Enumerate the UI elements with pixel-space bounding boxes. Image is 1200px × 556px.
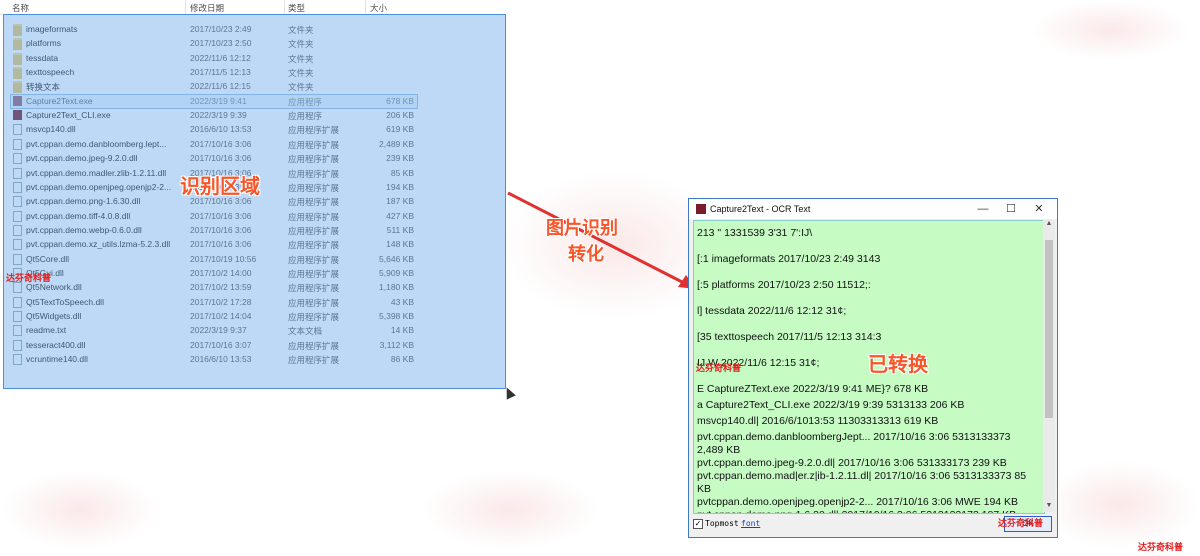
column-date-header[interactable]: 修改日期	[190, 2, 224, 14]
vertical-scrollbar[interactable]: ▲ ▼	[1043, 220, 1055, 512]
watermark-text: 达芬奇科普	[696, 363, 742, 373]
window-titlebar[interactable]: Capture2Text - OCR Text — ☐ ✕	[689, 199, 1057, 219]
ocr-text-line: [:5 platforms 2017/10/23 2:50 11512;:	[697, 279, 871, 291]
ocr-text-line: 2,489 KB	[697, 444, 741, 456]
mouse-cursor-icon	[502, 385, 516, 400]
topmost-checkbox[interactable]: ✓	[693, 519, 703, 529]
convert-label-line1: 图片识别	[546, 218, 618, 239]
ocr-text-line: [35 texttospeech 2017/11/5 12:13 314:3	[697, 331, 882, 343]
window-title: Capture2Text - OCR Text	[710, 204, 811, 214]
watermark-blob	[0, 470, 160, 550]
scrollbar-thumb[interactable]	[1045, 240, 1053, 418]
column-name-header[interactable]: 名称	[12, 2, 29, 14]
ocr-text-line: 213 " 1331539 3'31 7':IJ\	[697, 227, 813, 239]
minimize-button[interactable]: —	[973, 202, 993, 216]
ocr-text-line: pvt.cppan.demo.jpeg-9.2.0.dl| 2017/10/16…	[697, 457, 1007, 469]
region-label: 识别区域	[180, 174, 260, 198]
ocr-text-line: pvt.cppan.demo.mad|er.z|ib-1.2.11.dl| 20…	[697, 470, 1027, 482]
ocr-text-line: msvcp140.dl| 2016/6/1013:53 11303313313 …	[697, 415, 939, 427]
scroll-up-icon[interactable]: ▲	[1043, 220, 1055, 230]
close-button[interactable]: ✕	[1029, 202, 1049, 216]
column-type-header[interactable]: 类型	[288, 2, 305, 14]
convert-label-line2: 转化	[568, 244, 604, 265]
ocr-text-line: E CaptureZText.exe 2022/3/19 9:41 ME}? 6…	[697, 383, 929, 395]
ocr-text-line: [:1 imageformats 2017/10/23 2:49 3143	[697, 253, 881, 265]
watermark-blob	[1040, 460, 1200, 550]
ocr-text-line: pvt.cppan.demo.danbloombergJept... 2017/…	[697, 431, 1011, 443]
watermark-blob	[1030, 0, 1190, 60]
done-label: 已转换	[868, 352, 928, 376]
column-header-row: 名称 修改日期 类型 大小	[0, 0, 420, 15]
watermark-text: 达芬奇科普	[998, 518, 1044, 528]
capture-selection-region[interactable]	[3, 14, 506, 389]
watermark-blob	[420, 470, 600, 550]
ocr-text-line: l] tessdata 2022/11/6 12:12 31¢;	[697, 305, 847, 317]
maximize-button[interactable]: ☐	[1001, 202, 1021, 216]
font-link[interactable]: font	[741, 519, 760, 528]
column-size-header[interactable]: 大小	[370, 2, 387, 14]
watermark-text: 达芬奇科普	[6, 273, 52, 283]
ocr-text-line: pvtcppan.demo.openjpeg.openjp2-2... 2017…	[697, 496, 1019, 508]
ocr-text-line: KB	[697, 483, 712, 495]
topmost-label: Topmost	[705, 519, 739, 528]
scroll-down-icon[interactable]: ▼	[1043, 502, 1055, 512]
watermark-text: 达芬奇科普	[1138, 542, 1184, 552]
app-icon	[696, 204, 706, 214]
ocr-text-line: a Capture2Text_CLI.exe 2022/3/19 9:39 53…	[697, 399, 965, 411]
